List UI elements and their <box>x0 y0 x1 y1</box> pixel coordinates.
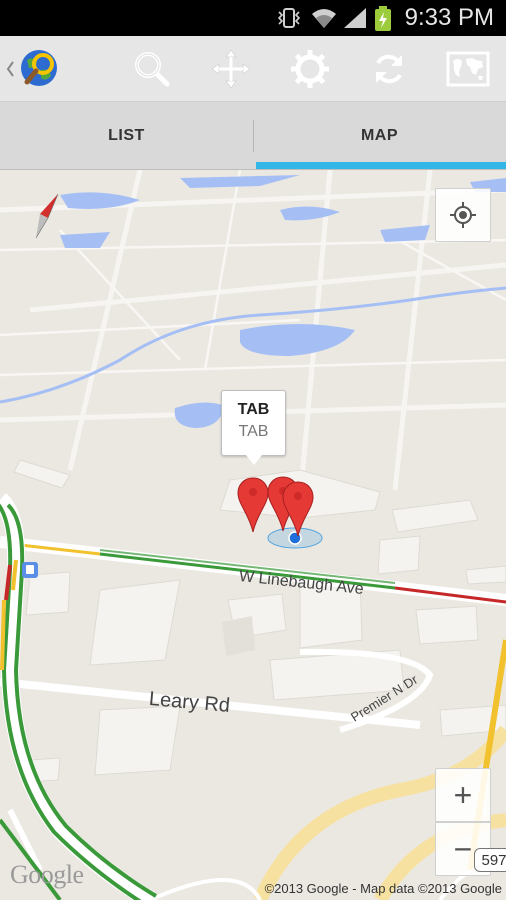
map-canvas <box>0 170 506 900</box>
route-shield: 597 <box>474 848 506 872</box>
settings-gear-icon <box>291 50 329 88</box>
my-location-button[interactable] <box>435 188 491 242</box>
map-marker[interactable] <box>236 476 270 534</box>
tab-map-label: MAP <box>360 127 399 144</box>
tab-map[interactable]: MAP <box>253 102 506 170</box>
refresh-button[interactable] <box>365 45 413 93</box>
world-map-icon <box>446 51 490 87</box>
chevron-left-icon <box>6 61 14 77</box>
status-bar: 9:33 PM <box>0 0 506 36</box>
app-home-button[interactable] <box>2 45 66 93</box>
action-bar <box>0 36 506 102</box>
world-map-button[interactable] <box>444 45 492 93</box>
marker-info-window[interactable]: TAB TAB <box>221 390 286 456</box>
info-window-title: TAB <box>237 401 270 418</box>
map-copyright: ©2013 Google - Map data ©2013 Google <box>264 881 502 896</box>
search-icon <box>135 52 170 87</box>
google-logo: Google <box>10 860 84 889</box>
route-shield-number: 597 <box>481 851 506 869</box>
signal-icon <box>344 8 366 28</box>
vibrate-icon <box>277 8 301 28</box>
move-crosshair-icon <box>211 49 251 89</box>
tab-selected-indicator <box>256 162 506 169</box>
map-view[interactable]: TAB TAB W Linebaugh Ave Leary Rd Premier… <box>0 170 506 900</box>
map-marker[interactable] <box>281 480 315 538</box>
move-button[interactable] <box>207 45 255 93</box>
globe-search-logo-icon <box>21 50 57 86</box>
info-window-pointer <box>246 455 262 465</box>
refresh-icon <box>376 54 402 84</box>
zoom-in-button[interactable]: + <box>435 768 491 822</box>
my-location-icon <box>450 202 476 228</box>
tab-bar: LIST MAP <box>0 102 506 170</box>
info-window-snippet: TAB <box>238 423 269 440</box>
search-button[interactable] <box>128 45 176 93</box>
zoom-out-label: − <box>453 830 473 867</box>
tab-list[interactable]: LIST <box>0 102 253 170</box>
tab-list-label: LIST <box>108 127 145 144</box>
battery-charging-icon <box>375 6 391 31</box>
status-time: 9:33 PM <box>404 4 494 31</box>
zoom-in-label: + <box>453 776 473 813</box>
settings-button[interactable] <box>286 45 334 93</box>
wifi-icon <box>312 9 336 28</box>
compass-icon[interactable] <box>30 192 64 240</box>
